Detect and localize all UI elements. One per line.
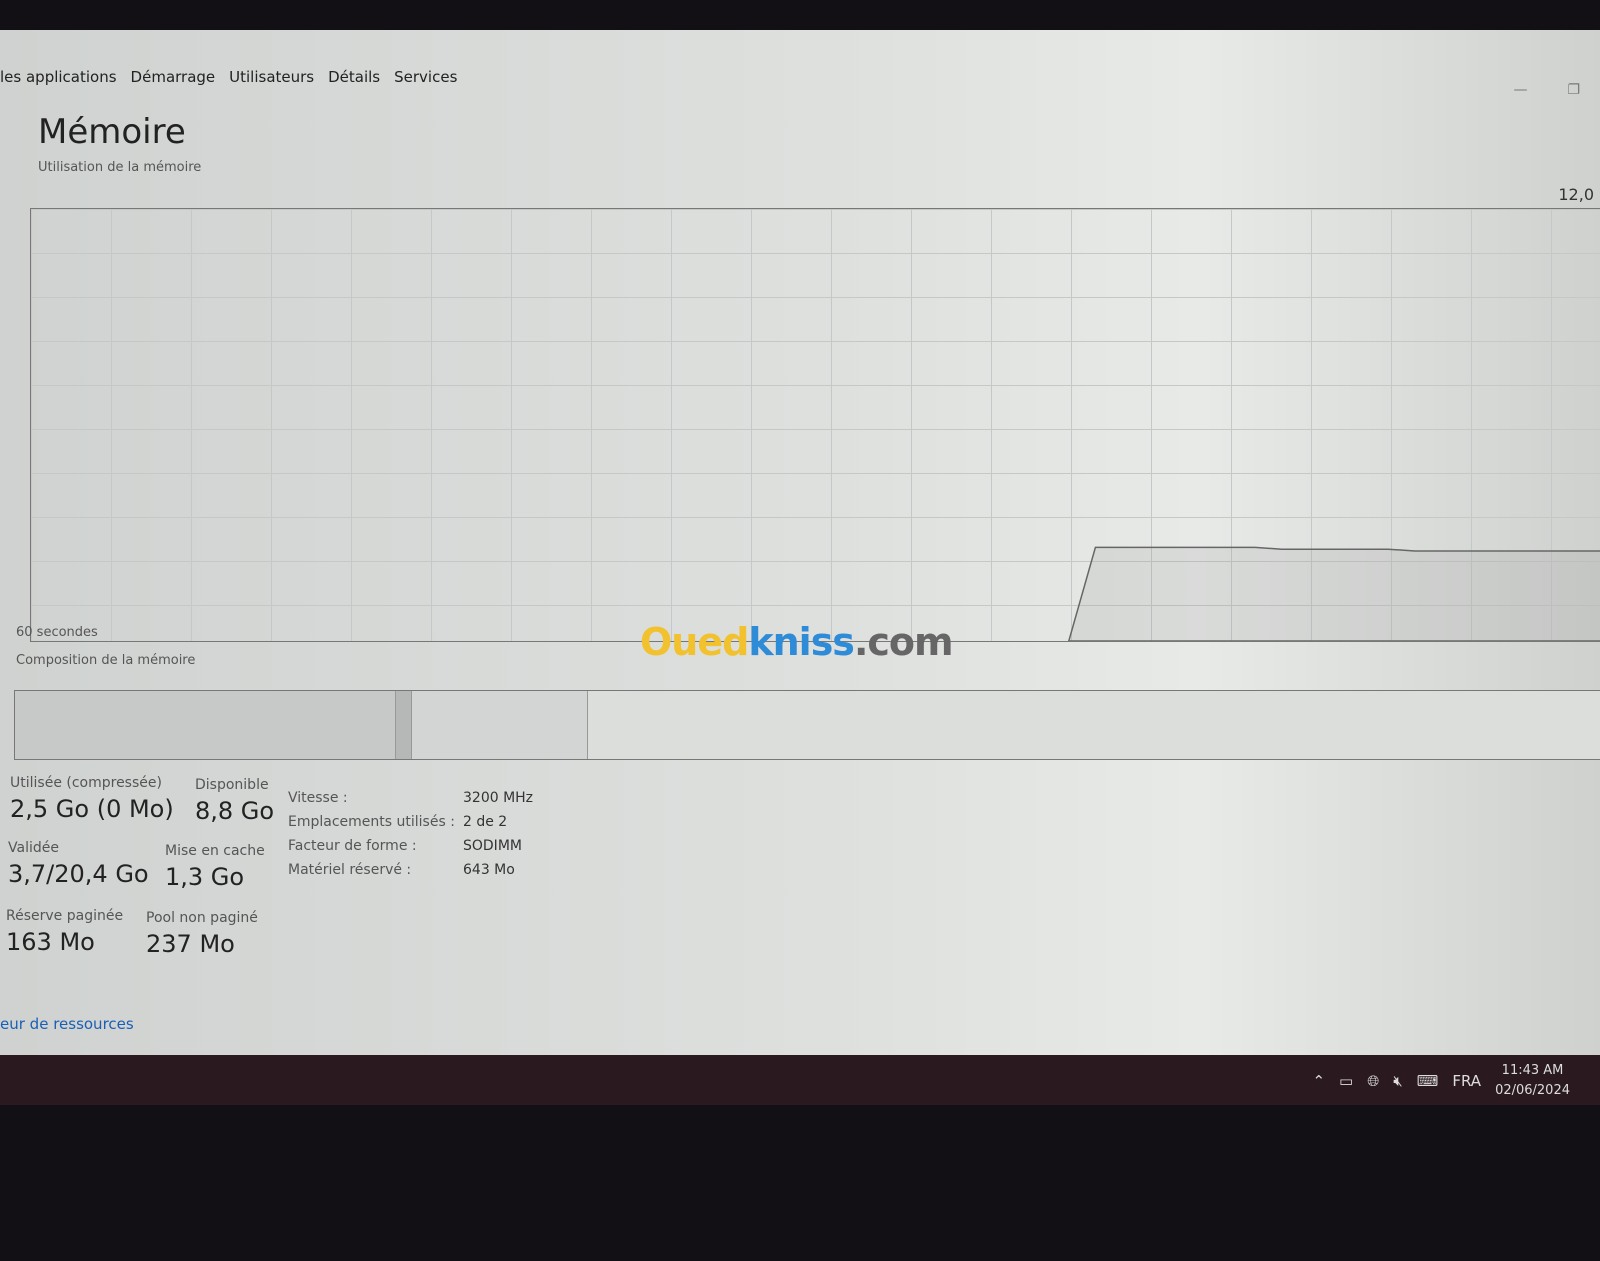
page-title: Mémoire [38, 112, 186, 152]
composition-segment [395, 691, 413, 759]
tab-services[interactable]: Services [394, 68, 457, 86]
reserved-label: Matériel réservé : [288, 862, 412, 878]
memory-usage-area [1068, 546, 1600, 641]
graph-max-label: 12,0 [1558, 185, 1594, 204]
stat-paged-pool: Réserve paginée 163 Mo [6, 908, 124, 956]
stat-committed: Validée 3,7/20,4 Go [8, 840, 149, 888]
keyboard-icon[interactable]: ⌨ [1417, 1072, 1439, 1090]
speed-label: Vitesse : [288, 790, 348, 806]
tab-details[interactable]: Détails [328, 68, 380, 86]
tab-app-history[interactable]: les applications [0, 68, 117, 86]
stat-used: Utilisée (compressée) 2,5 Go (0 Mo) [10, 775, 174, 823]
tab-startup[interactable]: Démarrage [131, 68, 216, 86]
graph-label: Utilisation de la mémoire [38, 160, 202, 175]
maximize-icon[interactable]: ❐ [1567, 82, 1580, 98]
system-tray: ⌃ ▭ 🌐︎ 🔇︎ ⌨ FRA 11:43 AM 02/06/2024 [1312, 1061, 1570, 1101]
watermark: Ouedkniss.com [640, 620, 954, 664]
hardware-info: Vitesse : 3200 MHz Emplacements utilisés … [288, 790, 533, 878]
stat-nonpaged-pool: Pool non paginé 237 Mo [146, 910, 258, 958]
slots-value: 2 de 2 [463, 814, 508, 830]
speaker-muted-icon[interactable]: 🔇︎ [1393, 1072, 1402, 1090]
form-factor-value: SODIMM [463, 838, 522, 854]
resource-monitor-link[interactable]: eur de ressources [0, 1015, 134, 1033]
tab-bar: les applications Démarrage Utilisateurs … [0, 68, 457, 86]
memory-usage-graph [30, 208, 1600, 642]
stat-available: Disponible 8,8 Go [195, 777, 275, 825]
composition-segment [15, 691, 396, 759]
memory-usage-svg [1068, 546, 1600, 641]
taskbar: ⌃ ▭ 🌐︎ 🔇︎ ⌨ FRA 11:43 AM 02/06/2024 [0, 1055, 1600, 1105]
reserved-value: 643 Mo [463, 862, 515, 878]
globe-icon[interactable]: 🌐︎ [1367, 1072, 1379, 1090]
minimize-icon[interactable]: — [1513, 82, 1527, 98]
battery-icon[interactable]: ▭ [1339, 1072, 1353, 1090]
composition-segment [412, 691, 588, 759]
tab-users[interactable]: Utilisateurs [229, 68, 314, 86]
task-manager-window: les applications Démarrage Utilisateurs … [0, 30, 1600, 1075]
composition-segment [587, 691, 1600, 759]
memory-composition-bar [14, 690, 1600, 760]
slots-label: Emplacements utilisés : [288, 814, 455, 830]
composition-label: Composition de la mémoire [16, 653, 196, 668]
language-indicator[interactable]: FRA [1452, 1072, 1481, 1090]
speed-value: 3200 MHz [463, 790, 534, 806]
form-factor-label: Facteur de forme : [288, 838, 417, 854]
stat-cached: Mise en cache 1,3 Go [165, 843, 265, 891]
chevron-up-icon[interactable]: ⌃ [1312, 1072, 1325, 1090]
clock[interactable]: 11:43 AM 02/06/2024 [1495, 1061, 1570, 1101]
time-label: 60 secondes [16, 625, 98, 640]
